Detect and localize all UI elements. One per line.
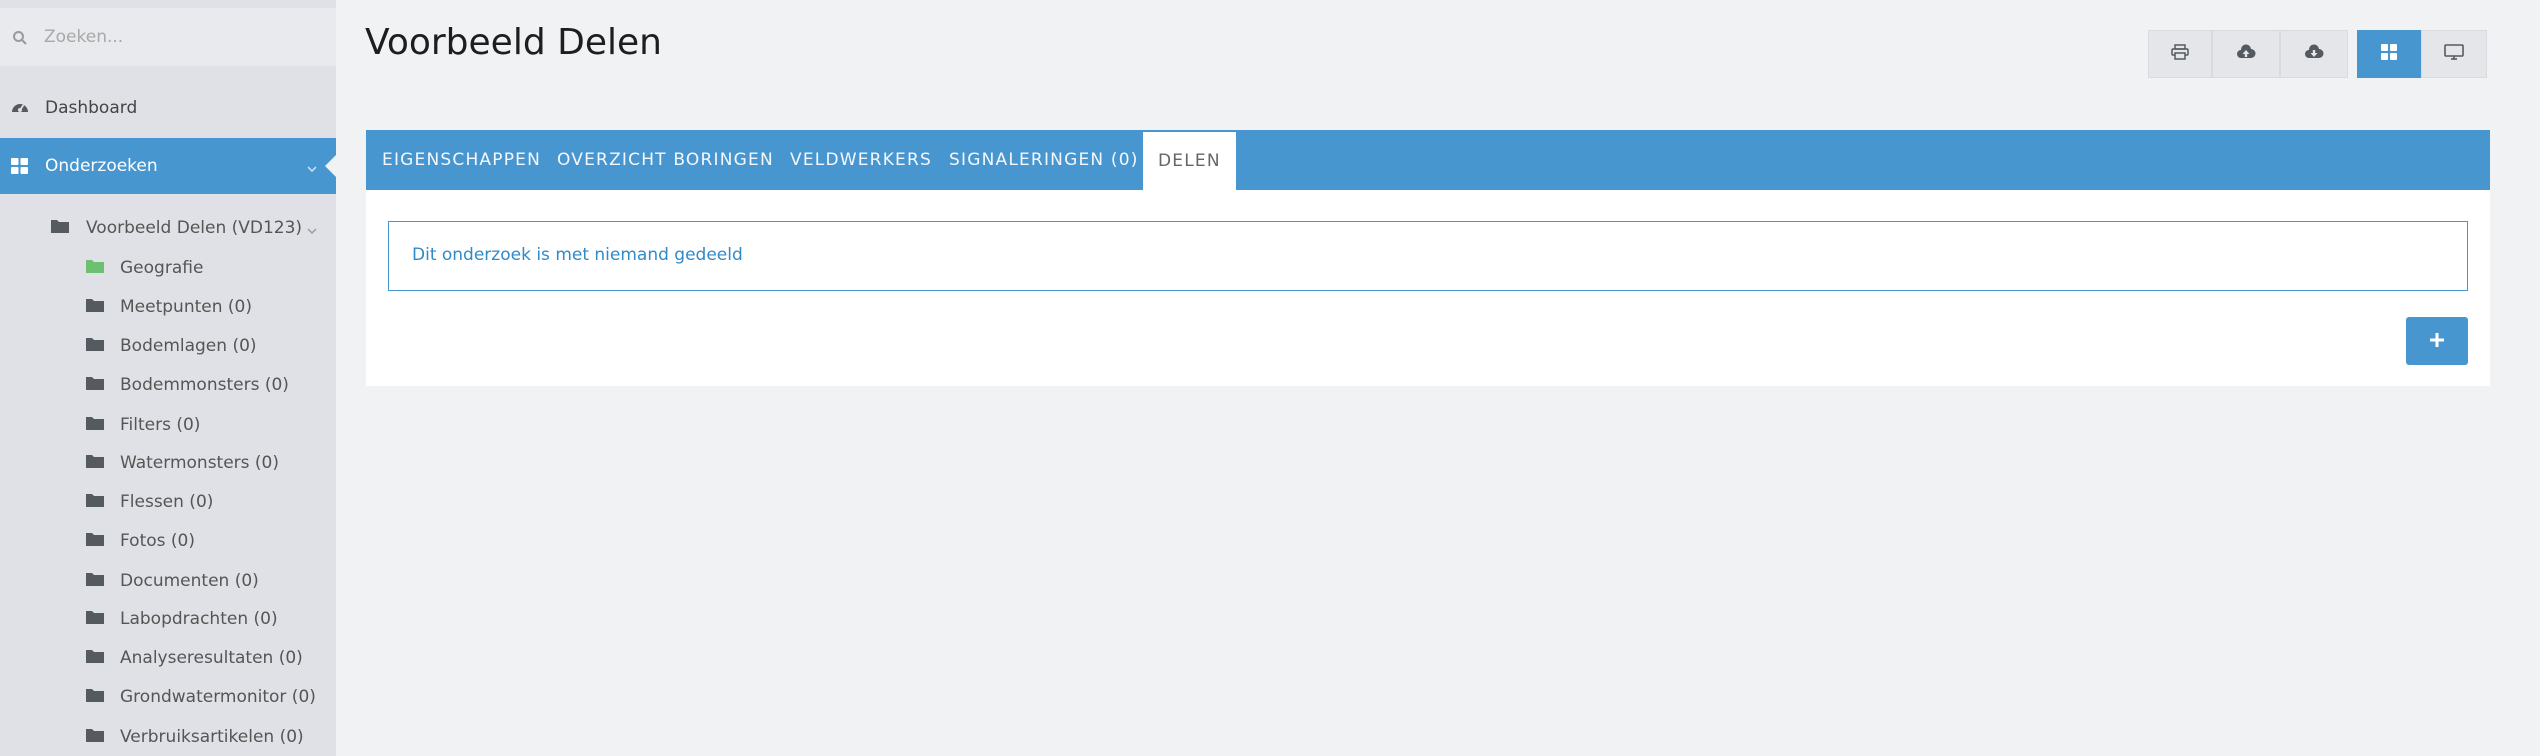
tree-item[interactable]: Analyseresultaten (0) — [0, 643, 336, 673]
chevron-down-icon — [306, 160, 318, 172]
folder-icon — [85, 258, 105, 274]
tree-item[interactable]: Meetpunten (0) — [0, 292, 336, 322]
tree-item[interactable]: Bodemlagen (0) — [0, 331, 336, 361]
active-indicator — [325, 155, 336, 177]
tab-delen[interactable]: DELEN — [1143, 132, 1236, 190]
tab-bar: EIGENSCHAPPEN OVERZICHT BORINGEN VELDWER… — [366, 130, 2490, 190]
folder-icon — [85, 453, 105, 469]
tab-eigenschappen[interactable]: EIGENSCHAPPEN — [382, 130, 541, 190]
sidebar-item-onderzoeken[interactable]: Onderzoeken — [0, 138, 336, 194]
folder-icon — [85, 687, 105, 703]
folder-icon — [85, 415, 105, 431]
tree-item[interactable]: Geografie — [0, 253, 336, 283]
search-bar — [0, 8, 336, 66]
folder-icon — [85, 609, 105, 625]
folder-icon — [50, 218, 70, 234]
tree-item[interactable]: Fotos (0) — [0, 526, 336, 556]
monitor-view-button[interactable] — [2421, 30, 2487, 78]
print-icon — [2171, 44, 2189, 64]
tree-item[interactable]: Flessen (0) — [0, 487, 336, 517]
tree-item[interactable]: Grondwatermonitor (0) — [0, 682, 336, 712]
folder-icon — [85, 727, 105, 743]
dashboard-icon — [10, 98, 30, 118]
grid-view-button[interactable] — [2357, 30, 2421, 78]
page-scrollbar[interactable] — [2530, 0, 2540, 756]
tree-item-label: Geografie — [120, 258, 204, 278]
folder-icon — [85, 375, 105, 391]
tree-item-label: Verbruiksartikelen (0) — [120, 727, 304, 747]
sidebar-item-label: Dashboard — [45, 98, 138, 118]
folder-icon — [85, 571, 105, 587]
content-panel: EIGENSCHAPPEN OVERZICHT BORINGEN VELDWER… — [366, 130, 2490, 386]
tree-item[interactable]: Labopdrachten (0) — [0, 604, 336, 634]
tree-item-label: Analyseresultaten (0) — [120, 648, 303, 668]
tree-item-project[interactable]: Voorbeeld Delen (VD123) — [0, 213, 336, 243]
tree-item-label: Documenten (0) — [120, 571, 259, 591]
tree-item-label: Fotos (0) — [120, 531, 195, 551]
plus-icon — [2430, 332, 2444, 351]
upload-button[interactable] — [2212, 30, 2280, 78]
grid-icon — [10, 156, 30, 176]
folder-icon — [85, 336, 105, 352]
toolbar-export-group — [2148, 30, 2348, 78]
tree-item-label: Grondwatermonitor (0) — [120, 687, 316, 707]
monitor-icon — [2444, 44, 2464, 64]
search-icon — [12, 30, 28, 46]
download-button[interactable] — [2280, 30, 2348, 78]
sidebar-item-label: Onderzoeken — [45, 156, 158, 176]
tab-signaleringen[interactable]: SIGNALERINGEN (0) — [949, 130, 1139, 190]
tree-item[interactable]: Verbruiksartikelen (0) — [0, 722, 336, 752]
tree-item-label: Voorbeeld Delen (VD123) — [86, 218, 303, 238]
tab-veldwerkers[interactable]: VELDWERKERS — [790, 130, 932, 190]
tree-item[interactable]: Filters (0) — [0, 410, 336, 440]
tree-item-label: Watermonsters (0) — [120, 453, 280, 473]
add-share-button[interactable] — [2406, 317, 2468, 365]
tree-item-label: Flessen (0) — [120, 492, 214, 512]
grid-view-icon — [2380, 43, 2398, 65]
share-status-message: Dit onderzoek is met niemand gedeeld — [388, 221, 2468, 291]
tab-overzicht-boringen[interactable]: OVERZICHT BORINGEN — [557, 130, 774, 190]
cloud-upload-icon — [2236, 44, 2256, 64]
tree-item-label: Bodemmonsters (0) — [120, 375, 289, 395]
toolbar-view-group — [2357, 30, 2487, 78]
cloud-download-icon — [2304, 44, 2324, 64]
folder-icon — [85, 297, 105, 313]
tree-item-label: Labopdrachten (0) — [120, 609, 278, 629]
page-title: Voorbeeld Delen — [365, 22, 662, 63]
folder-icon — [85, 492, 105, 508]
tree-item-label: Bodemlagen (0) — [120, 336, 257, 356]
tree-item[interactable]: Documenten (0) — [0, 566, 336, 596]
tree-item-label: Filters (0) — [120, 415, 201, 435]
tree-item[interactable]: Bodemmonsters (0) — [0, 370, 336, 400]
tree-item-label: Meetpunten (0) — [120, 297, 252, 317]
chevron-down-icon — [306, 222, 318, 242]
folder-icon — [85, 531, 105, 547]
sidebar: Dashboard Onderzoeken Voorbeeld Delen (V… — [0, 0, 336, 756]
search-input[interactable] — [44, 18, 324, 56]
print-button[interactable] — [2148, 30, 2212, 78]
folder-icon — [85, 648, 105, 664]
tree-item[interactable]: Watermonsters (0) — [0, 448, 336, 478]
sidebar-item-dashboard[interactable]: Dashboard — [0, 80, 336, 136]
